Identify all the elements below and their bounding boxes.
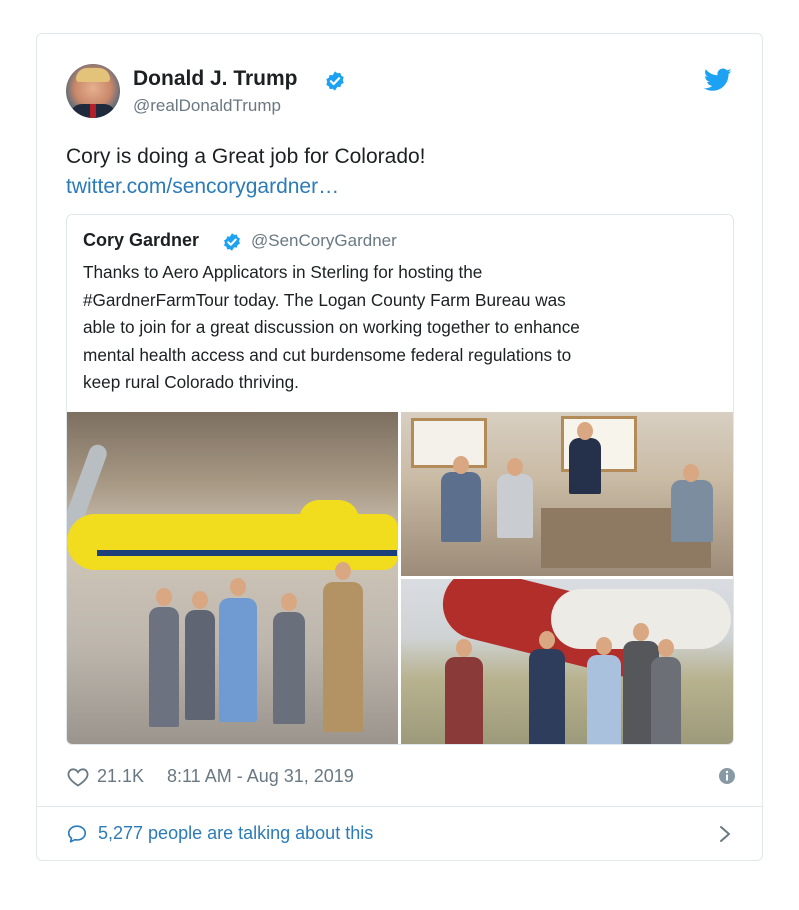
heart-icon[interactable] bbox=[66, 765, 90, 789]
window-shape bbox=[411, 418, 487, 468]
tweet-text: Cory is doing a Great job for Colorado! bbox=[66, 145, 426, 168]
divider bbox=[37, 806, 762, 807]
person-head-shape bbox=[230, 578, 246, 596]
tweet-card: Donald J. Trump @realDonaldTrump Cory is… bbox=[36, 33, 763, 861]
tweet-timestamp[interactable]: 8:11 AM - Aug 31, 2019 bbox=[167, 766, 354, 787]
chevron-right-icon[interactable] bbox=[718, 823, 732, 845]
person-head-shape bbox=[335, 562, 351, 580]
avatar-tie bbox=[90, 104, 96, 118]
photo-grid bbox=[67, 412, 733, 744]
person-shape bbox=[445, 657, 483, 744]
quoted-tweet[interactable]: Cory Gardner @SenCoryGardner Thanks to A… bbox=[66, 214, 734, 745]
verified-badge-icon bbox=[326, 71, 344, 91]
person-head-shape bbox=[577, 422, 593, 440]
quoted-text-line: able to join for a great discussion on w… bbox=[83, 317, 580, 338]
person-shape bbox=[273, 612, 305, 724]
person-head-shape bbox=[507, 458, 523, 476]
person-head-shape bbox=[683, 464, 699, 482]
person-shape bbox=[569, 438, 601, 494]
person-shape bbox=[671, 480, 713, 542]
quoted-text-line: keep rural Colorado thriving. bbox=[83, 372, 299, 393]
quoted-tweet-text: Thanks to Aero Applicators in Sterling f… bbox=[83, 259, 713, 397]
verified-badge-icon bbox=[224, 233, 240, 251]
person-shape bbox=[497, 474, 533, 538]
person-shape bbox=[651, 657, 681, 744]
person-head-shape bbox=[192, 591, 208, 609]
speech-bubble-icon bbox=[67, 825, 87, 843]
person-head-shape bbox=[453, 456, 469, 474]
avatar-hair bbox=[76, 68, 110, 82]
tweet-link[interactable]: twitter.com/sencorygardner… bbox=[66, 172, 339, 202]
photo-hangar-group[interactable] bbox=[67, 412, 398, 744]
person-shape bbox=[323, 582, 363, 732]
avatar[interactable] bbox=[66, 64, 120, 118]
quoted-text-line: Thanks to Aero Applicators in Sterling f… bbox=[83, 262, 483, 282]
info-icon[interactable] bbox=[718, 767, 736, 785]
person-head-shape bbox=[281, 593, 297, 611]
person-head-shape bbox=[658, 639, 674, 657]
photo-office-meeting[interactable] bbox=[401, 412, 733, 576]
like-count[interactable]: 21.1K bbox=[97, 766, 144, 787]
quoted-author-handle[interactable]: @SenCoryGardner bbox=[251, 231, 397, 251]
tweet-meta: 21.1K 8:11 AM - Aug 31, 2019 bbox=[66, 765, 736, 789]
quoted-text-line: mental health access and cut burdensome … bbox=[83, 344, 572, 365]
plane-cockpit-shape bbox=[299, 500, 359, 536]
person-shape bbox=[441, 472, 481, 542]
author-handle[interactable]: @realDonaldTrump bbox=[133, 96, 281, 116]
person-shape bbox=[587, 655, 621, 744]
quoted-text-line: #GardnerFarmTour today. The Logan County… bbox=[83, 289, 566, 310]
quoted-author-name[interactable]: Cory Gardner bbox=[83, 230, 199, 251]
person-head-shape bbox=[539, 631, 555, 649]
person-head-shape bbox=[596, 637, 612, 655]
author-name[interactable]: Donald J. Trump bbox=[133, 67, 298, 91]
person-head-shape bbox=[633, 623, 649, 641]
photo-airfield-group[interactable] bbox=[401, 579, 733, 744]
person-head-shape bbox=[456, 639, 472, 657]
person-shape bbox=[149, 607, 179, 727]
person-shape bbox=[529, 649, 565, 744]
talking-count[interactable]: 5,277 people are talking about this bbox=[98, 823, 373, 844]
person-shape bbox=[185, 610, 215, 720]
person-shape bbox=[219, 598, 257, 722]
conversation-link[interactable]: 5,277 people are talking about this bbox=[66, 821, 736, 847]
twitter-bird-icon[interactable] bbox=[704, 68, 732, 92]
plane-stripe-shape bbox=[97, 550, 397, 556]
person-head-shape bbox=[156, 588, 172, 606]
